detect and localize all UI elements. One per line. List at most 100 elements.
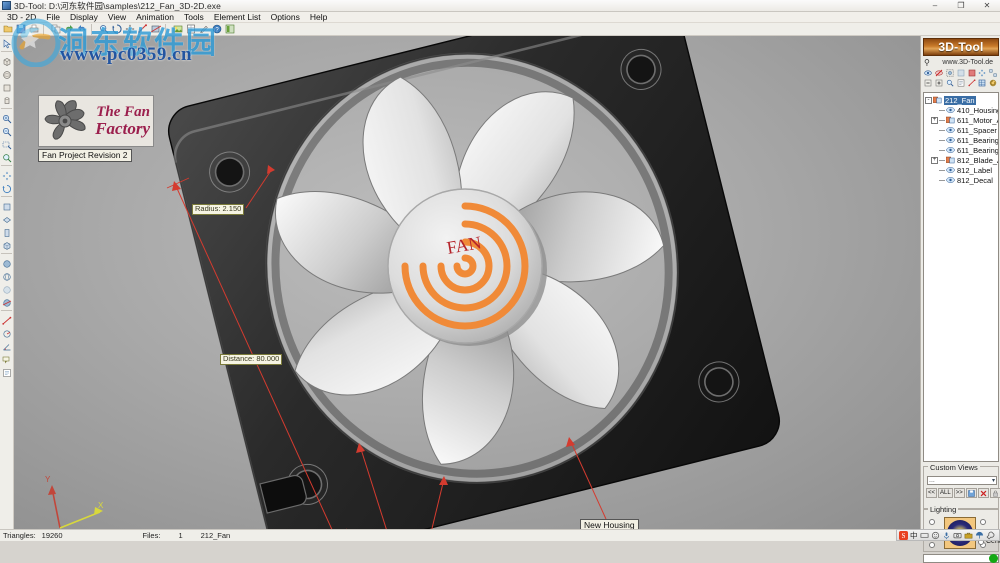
settings-icon[interactable] [986,531,995,540]
tree-item-812-blade-asm[interactable]: + 812_Blade_ASM [925,155,998,165]
pan-view-icon[interactable] [0,169,13,182]
menu-display[interactable]: Display [65,12,103,23]
side-view-icon[interactable] [0,226,13,239]
section-icon[interactable] [150,23,162,35]
tree-item-611-bearing1[interactable]: 611_Bearing1 [925,135,998,145]
tree-item-812-label[interactable]: 812_Label [925,165,997,175]
show-all-icon[interactable] [923,68,933,78]
save-icon[interactable] [15,23,27,35]
zoom-in-icon[interactable] [0,112,13,125]
zoom-out-icon[interactable] [0,125,13,138]
tree-root-212-fan[interactable]: - 212_Fan [925,95,997,105]
move-part-icon[interactable] [977,68,987,78]
info-icon[interactable] [224,23,236,35]
lock-view-button[interactable] [989,488,1000,498]
menu-tools[interactable]: Tools [179,12,209,23]
close-button[interactable]: ✕ [974,0,1000,12]
menu-element-list[interactable]: Element List [209,12,266,23]
annotate-icon[interactable] [0,353,13,366]
undo-icon[interactable] [63,23,75,35]
redo-icon[interactable] [76,23,88,35]
select-icon[interactable] [0,37,13,50]
explode-icon[interactable] [988,68,998,78]
measure-part-icon[interactable] [967,78,977,88]
menu-file[interactable]: File [41,12,65,23]
light-pos-top-right-radio[interactable] [980,519,986,525]
measure-icon[interactable] [137,23,149,35]
zoom-window-icon[interactable] [0,138,13,151]
bom-icon[interactable] [977,78,987,88]
next-view-button[interactable]: >> [953,488,965,498]
tree-expander[interactable]: + [931,156,938,164]
box-icon[interactable] [0,55,13,68]
front-view-icon[interactable] [0,200,13,213]
expand-tree-icon[interactable] [934,78,944,88]
tree-expander[interactable]: + [931,116,938,124]
measure-distance-icon[interactable] [0,314,13,327]
website-label[interactable]: www.3D-Tool.de [923,58,999,67]
measure-radius-icon[interactable] [0,327,13,340]
tree-item-611-spacer[interactable]: 611_Spacer [925,125,997,135]
top-view-icon[interactable] [0,213,13,226]
table-icon[interactable] [185,23,197,35]
menu-animation[interactable]: Animation [131,12,179,23]
sphere-icon[interactable] [0,68,13,81]
transparent-icon[interactable] [0,283,13,296]
dimension-radius-label[interactable]: Radius: 2.150 [192,204,245,215]
measure-angle-icon[interactable] [0,340,13,353]
viewport-3d[interactable]: FAN Y X The Fan Factory Fan Project Revi… [14,36,920,529]
wireframe-icon[interactable] [0,270,13,283]
custom-views-select[interactable]: ... ▾ [927,476,997,485]
menu-help[interactable]: Help [305,12,332,23]
new-housing-note[interactable]: New Housing [580,519,639,529]
project-note[interactable]: Fan Project Revision 2 [38,149,132,162]
minimize-button[interactable]: – [922,0,948,12]
umbrella-icon[interactable] [975,531,984,540]
ime-toolbar[interactable]: S 中 [896,529,1000,541]
collapse-tree-icon[interactable] [923,78,933,88]
delete-view-button[interactable] [977,488,989,498]
sogou-icon[interactable]: S [899,530,908,540]
color-part-icon[interactable] [967,68,977,78]
export-image-icon[interactable] [172,23,184,35]
light-pos-top-left-radio[interactable] [929,519,935,525]
emoji-icon[interactable] [931,531,940,540]
toolbox-icon[interactable] [964,531,973,540]
isolate-icon[interactable] [945,68,955,78]
tree-item-410-housing[interactable]: 410_Housing [925,105,998,115]
element-tree[interactable]: - 212_Fan 410_Housing + 611_Motor_ASM [923,92,999,462]
cylinder-icon[interactable] [0,94,13,107]
menu-3d-2d[interactable]: 3D - 2D [2,12,41,23]
rotate-view-icon[interactable] [0,182,13,195]
dimension-distance-80-label[interactable]: Distance: 80.000 [220,354,283,365]
hide-icon[interactable] [934,68,944,78]
keyboard-icon[interactable] [920,531,929,540]
chevron-down-icon[interactable]: ▾ [992,477,995,484]
tree-expander-root[interactable]: - [925,96,932,104]
ime-mode-label[interactable]: 中 [910,530,918,541]
find-part-icon[interactable] [945,78,955,88]
voice-icon[interactable] [942,531,951,540]
prev-view-button[interactable]: << [926,488,938,498]
maximize-button[interactable]: ❐ [948,0,974,12]
pan-icon[interactable] [124,23,136,35]
help-icon[interactable]: ? [211,23,223,35]
copy-icon[interactable] [50,23,62,35]
iso-view-icon[interactable] [0,239,13,252]
reset-tree-icon[interactable] [988,78,998,88]
all-views-button[interactable]: ALL [938,488,953,498]
light-pos-bottom-left-radio[interactable] [929,542,935,548]
properties-icon[interactable] [956,78,966,88]
tree-item-611-motor-asm[interactable]: + 611_Motor_ASM [925,115,998,125]
tree-item-611-bearing2[interactable]: 611_Bearing2 [925,145,998,155]
transparent-part-icon[interactable] [956,68,966,78]
zoom-fit-view-icon[interactable] [0,151,13,164]
menu-options[interactable]: Options [266,12,305,23]
tree-item-812-decal[interactable]: 812_Decal [925,175,997,185]
screenshot-icon[interactable] [953,531,962,540]
rotate-icon[interactable] [111,23,123,35]
menu-view[interactable]: View [103,12,131,23]
section-plane-icon[interactable] [0,296,13,309]
markup-icon[interactable] [198,23,210,35]
zoom-fit-icon[interactable] [98,23,110,35]
